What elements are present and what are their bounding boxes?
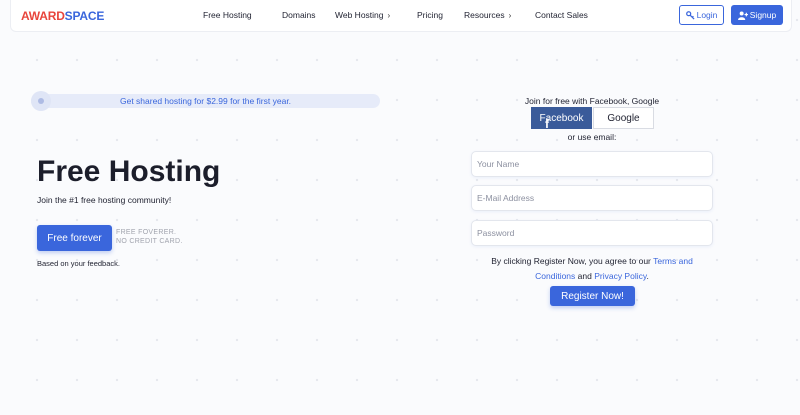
key-icon (685, 10, 695, 20)
nav-web-hosting[interactable]: Web Hosting › (335, 10, 390, 20)
promo-text[interactable]: Get shared hosting for $2.99 for the fir… (120, 96, 291, 106)
facebook-icon: f (545, 117, 549, 129)
top-navbar: AWARDSPACE Free Hosting Domains Web Host… (10, 0, 792, 32)
or-email-text: or use email: (567, 132, 617, 142)
user-plus-icon (737, 11, 748, 20)
nav-resources-label: Resources (464, 10, 505, 20)
facebook-button[interactable]: Facebook f (531, 107, 592, 129)
logo-award: AWARD (21, 9, 65, 23)
privacy-link[interactable]: Privacy Policy (594, 271, 646, 281)
terms-text: By clicking Register Now, you agree to o… (470, 254, 714, 284)
page-title: Free Hosting (37, 155, 221, 188)
promo-dot-icon (31, 91, 51, 111)
login-button[interactable]: Login (679, 5, 724, 25)
social-join-text: Join for free with Facebook, Google (524, 96, 660, 106)
terms-and: and (575, 271, 595, 281)
name-input[interactable] (471, 151, 713, 177)
password-input[interactable] (471, 220, 713, 246)
nav-web-hosting-label: Web Hosting (335, 10, 384, 20)
logo-space: SPACE (64, 9, 105, 23)
login-label: Login (696, 10, 718, 20)
google-button[interactable]: Google (593, 107, 654, 129)
nav-resources[interactable]: Resources › (464, 10, 511, 20)
register-button[interactable]: Register Now! (550, 286, 635, 306)
nav-pricing[interactable]: Pricing (417, 10, 443, 20)
signup-label: Signup (749, 10, 777, 20)
hero-subtitle: Join the #1 free hosting community! (37, 195, 172, 205)
terms-prefix: By clicking Register Now, you agree to o… (491, 256, 654, 266)
chevron-right-icon: › (387, 11, 391, 20)
signup-button[interactable]: Signup (731, 5, 783, 25)
nav-free-hosting[interactable]: Free Hosting (203, 10, 252, 20)
awardspace-logo[interactable]: AWARDSPACE (21, 9, 104, 23)
free-forever-note: FREE FOVERER. NO CREDIT CARD. (116, 229, 183, 245)
free-forever-button[interactable]: Free forever (37, 225, 112, 251)
terms-suffix: . (646, 271, 649, 281)
google-label: Google (607, 112, 640, 124)
nav-contact-sales[interactable]: Contact Sales (535, 10, 588, 20)
feedback-note: Based on your feedback. (37, 259, 120, 268)
nav-domains[interactable]: Domains (282, 10, 316, 20)
chevron-right-icon: › (508, 11, 512, 20)
email-input[interactable] (471, 185, 713, 211)
